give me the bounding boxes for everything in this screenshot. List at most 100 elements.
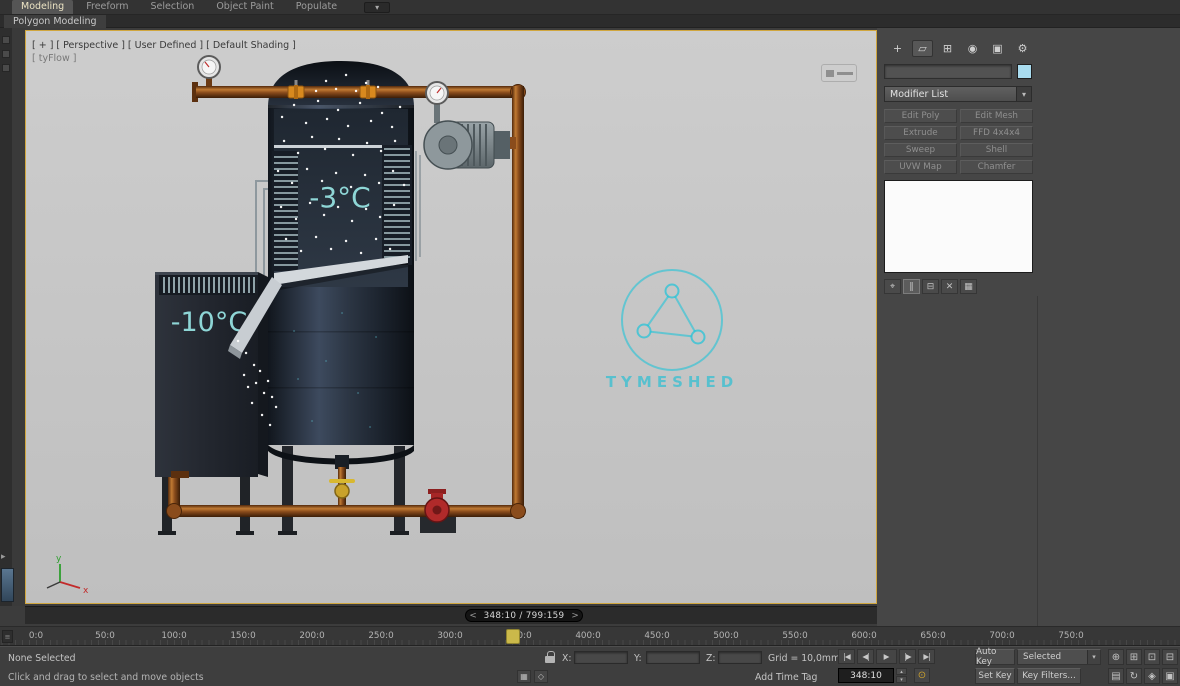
ruler-label: 650:0 — [920, 631, 945, 641]
ruler-label: 300:0 — [437, 631, 462, 641]
timeline-playhead[interactable] — [506, 629, 520, 644]
chiller-box[interactable]: -10°C — [155, 272, 268, 477]
ribbon-options-button[interactable]: ▾ — [364, 2, 390, 13]
ribbon-subtab-row: Polygon Modeling — [0, 15, 1180, 28]
z-coordinate-field[interactable] — [718, 651, 762, 664]
modifier-button-ffd[interactable]: FFD 4x4x4 — [960, 126, 1033, 140]
pressure-gauge[interactable] — [426, 82, 448, 104]
make-unique-icon[interactable]: ⊟ — [922, 279, 939, 294]
play-button-icon[interactable]: ▶ — [876, 649, 897, 664]
auto-key-button[interactable]: Auto Key — [975, 649, 1015, 665]
dock-tool-icon[interactable] — [2, 50, 10, 58]
curve-editor-icon[interactable]: ◇ — [534, 670, 548, 683]
orbit-icon[interactable]: ↻ — [1126, 668, 1142, 684]
left-dock-rail — [0, 28, 12, 606]
maximize-viewport-icon[interactable]: ▣ — [1162, 668, 1178, 684]
set-key-button[interactable]: Set Key — [975, 668, 1015, 684]
go-to-end-icon[interactable]: ▶| — [918, 649, 935, 664]
go-to-start-icon[interactable]: |◀ — [838, 649, 855, 664]
zoom-icon[interactable]: ⊕ — [1108, 649, 1124, 665]
frame-spinner-up-icon[interactable]: ▴ — [896, 668, 907, 675]
viewport-plugin-label: [ tyFlow ] — [32, 53, 77, 64]
ribbon-tab-freeform[interactable]: Freeform — [77, 0, 137, 14]
modifier-button-extrude[interactable]: Extrude — [884, 126, 957, 140]
pin-stack-icon[interactable]: ⌖ — [884, 279, 901, 294]
dock-tool-icon[interactable] — [2, 64, 10, 72]
axis-gizmo: y x — [47, 554, 89, 596]
ribbon-tab-populate[interactable]: Populate — [287, 0, 346, 14]
ribbon-subtab-polygon-modeling[interactable]: Polygon Modeling — [4, 15, 106, 28]
display-tab-icon[interactable]: ▣ — [987, 40, 1008, 57]
track-bar-ruler[interactable]: ≡ 0:0 50:0 100:0 150:0 200:0 250:0 300:0… — [0, 626, 1180, 646]
next-frame-icon[interactable]: |▶ — [899, 649, 916, 664]
object-name-field[interactable] — [884, 64, 1012, 79]
viewport-layout-tab[interactable] — [1, 568, 14, 602]
remove-modifier-icon[interactable]: ✕ — [941, 279, 958, 294]
chiller-temperature-label: -10°C — [171, 307, 247, 338]
current-frame-field[interactable]: 348:10 — [838, 668, 894, 683]
perspective-viewport[interactable]: -10°C -3°C — [25, 30, 877, 604]
ruler-label: 550:0 — [782, 631, 807, 641]
ruler-label: 100:0 — [161, 631, 186, 641]
previous-key-icon[interactable]: ◀| — [857, 649, 874, 664]
time-slider-track[interactable]: < 348:10 / 799:159 > — [25, 606, 877, 624]
create-tab-icon[interactable]: + — [887, 40, 908, 57]
key-mode-value: Selected — [1023, 652, 1061, 662]
y-coordinate-label: Y: — [634, 653, 642, 664]
drain-valve[interactable] — [329, 479, 355, 498]
viewport-header-menus[interactable]: [ + ] [ Perspective ] [ User Defined ] [… — [32, 40, 296, 51]
pan-icon[interactable]: ▤ — [1108, 668, 1124, 684]
modify-tab-icon[interactable]: ▱ — [912, 40, 933, 57]
modifier-button-edit-mesh[interactable]: Edit Mesh — [960, 109, 1033, 123]
zoom-region-icon[interactable]: ⊟ — [1162, 649, 1178, 665]
selection-lock-icon[interactable] — [545, 656, 555, 663]
process-tank[interactable]: -3°C — [268, 61, 420, 469]
dope-sheet-icon[interactable]: ▦ — [517, 670, 531, 683]
utilities-tab-icon[interactable]: ⚙ — [1012, 40, 1033, 57]
modifier-button-uvw-map[interactable]: UVW Map — [884, 160, 957, 174]
time-slider-thumb[interactable]: < 348:10 / 799:159 > — [465, 609, 583, 622]
object-color-swatch[interactable] — [1017, 64, 1032, 79]
fan-motor-unit[interactable] — [424, 103, 510, 169]
ruler-label: 450:0 — [644, 631, 669, 641]
modifier-button-sweep[interactable]: Sweep — [884, 143, 957, 157]
modifier-stack-list[interactable] — [884, 180, 1033, 273]
previous-frame-arrow[interactable]: < — [466, 611, 480, 621]
ribbon-tab-modeling[interactable]: Modeling — [12, 0, 73, 14]
ruler-label: 400:0 — [575, 631, 600, 641]
ruler-label: 0:0 — [29, 631, 43, 641]
set-keys-icon[interactable]: ⊙ — [914, 668, 930, 683]
frame-spinner-down-icon[interactable]: ▾ — [896, 676, 907, 683]
axis-y-label: y — [56, 554, 62, 564]
tymeshed-watermark: TYMESHED — [606, 270, 738, 391]
z-coordinate-label: Z: — [706, 653, 716, 664]
modifier-button-set: Edit Poly Edit Mesh Extrude FFD 4x4x4 Sw… — [884, 109, 1033, 174]
chevron-down-icon: ▾ — [375, 3, 379, 12]
zoom-extents-icon[interactable]: ⊡ — [1144, 649, 1160, 665]
ribbon-tab-object-paint[interactable]: Object Paint — [207, 0, 282, 14]
motion-tab-icon[interactable]: ◉ — [962, 40, 983, 57]
x-coordinate-field[interactable] — [574, 651, 628, 664]
ruler-label: 200:0 — [299, 631, 324, 641]
y-coordinate-field[interactable] — [646, 651, 700, 664]
mini-curve-editor-icon[interactable]: ≡ — [2, 630, 13, 643]
key-filters-button[interactable]: Key Filters... — [1017, 668, 1081, 684]
expand-arrow-icon[interactable]: ▸ — [1, 552, 6, 562]
key-mode-dropdown[interactable]: Selected ▾ — [1017, 649, 1101, 665]
field-of-view-icon[interactable]: ◈ — [1144, 668, 1160, 684]
viewport-canvas[interactable]: -10°C -3°C — [26, 31, 876, 603]
zoom-all-icon[interactable]: ⊞ — [1126, 649, 1142, 665]
modifier-list-dropdown[interactable]: Modifier List ▾ — [884, 86, 1032, 102]
show-end-result-icon[interactable]: ‖ — [903, 279, 920, 294]
next-frame-arrow[interactable]: > — [568, 611, 582, 621]
ruler-label: 50:0 — [95, 631, 115, 641]
ribbon-tab-selection[interactable]: Selection — [142, 0, 204, 14]
pressure-gauge[interactable] — [198, 56, 220, 78]
modifier-button-shell[interactable]: Shell — [960, 143, 1033, 157]
modifier-button-chamfer[interactable]: Chamfer — [960, 160, 1033, 174]
configure-modifier-sets-icon[interactable]: ▦ — [960, 279, 977, 294]
modifier-button-edit-poly[interactable]: Edit Poly — [884, 109, 957, 123]
hierarchy-tab-icon[interactable]: ⊞ — [937, 40, 958, 57]
add-time-tag[interactable]: Add Time Tag — [755, 672, 817, 683]
dock-tool-icon[interactable] — [2, 36, 10, 44]
